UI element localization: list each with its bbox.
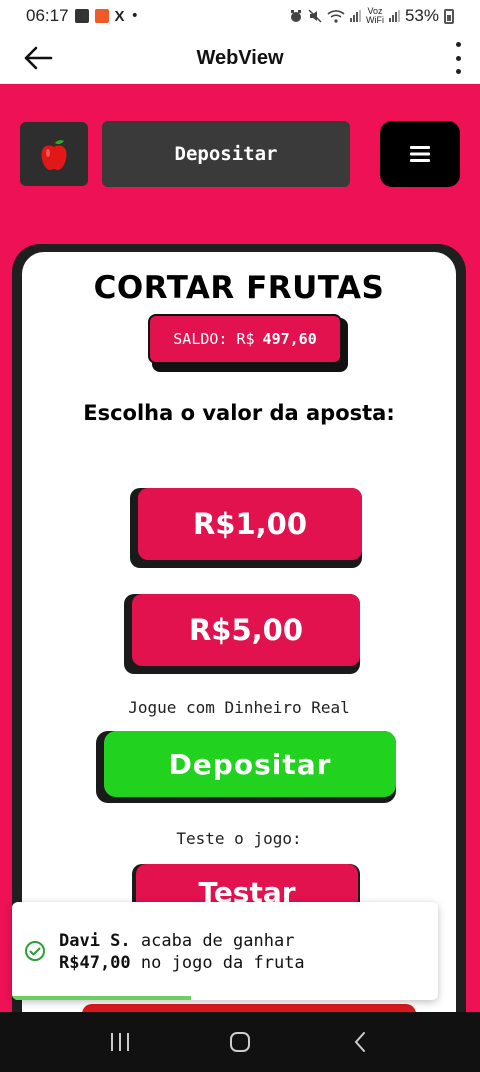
web-content: Depositar CORTAR FRUTAS SALDO: R$ 497,60… [0, 84, 480, 1012]
status-right: Voz WiFi 53% [289, 6, 454, 26]
back-nav-button[interactable] [340, 1022, 380, 1062]
more-options-icon[interactable] [450, 42, 466, 74]
toast-message: Davi S. acaba de ganhar R$47,00 no jogo … [59, 930, 429, 974]
game-card: CORTAR FRUTAS SALDO: R$ 497,60 Escolha o… [12, 244, 466, 1012]
toast-name: Davi S. [59, 931, 131, 951]
app-notification-icon [94, 9, 109, 23]
bottom-button[interactable] [82, 1004, 416, 1012]
toast-action: acaba de ganhar [140, 931, 295, 951]
logo[interactable] [20, 122, 88, 186]
game-title: CORTAR FRUTAS [93, 270, 385, 306]
bet-prompt: Escolha o valor da aposta: [83, 401, 395, 425]
recents-icon [111, 1033, 129, 1051]
bet-button-2[interactable]: R$5,00 [132, 594, 360, 666]
test-label: Teste o jogo: [176, 829, 302, 848]
status-bar: 06:17 X • Voz WiFi 53% [0, 0, 480, 32]
balance-value: 497,60 [262, 330, 317, 348]
volte-bottom-label: WiFi [365, 15, 384, 25]
balance-label: SALDO: R$ [173, 330, 255, 348]
check-circle-icon [25, 941, 45, 961]
balance-badge: SALDO: R$ 497,60 [148, 314, 342, 364]
alarm-icon [290, 10, 301, 22]
signal-2-icon [388, 10, 400, 22]
volte-wifi-icon: Voz WiFi [366, 7, 384, 25]
app-title: WebView [196, 46, 284, 69]
toast-suffix: no jogo da fruta [140, 953, 305, 973]
x-notification-icon: X [114, 7, 125, 25]
mute-icon [308, 9, 322, 23]
battery-percent: 53% [404, 6, 439, 25]
real-money-label: Jogue com Dinheiro Real [128, 698, 350, 717]
win-toast: Davi S. acaba de ganhar R$47,00 no jogo … [12, 902, 438, 1000]
arrow-left-icon [24, 46, 53, 70]
recent-apps-button[interactable] [100, 1022, 140, 1062]
home-button[interactable] [220, 1022, 260, 1062]
more-notifications-dot: • [130, 8, 139, 24]
chevron-left-icon [354, 1032, 365, 1052]
bet-button-1[interactable]: R$1,00 [138, 488, 362, 560]
wifi-icon [327, 10, 345, 23]
deposit-button[interactable]: Depositar [104, 731, 396, 797]
menu-button[interactable] [380, 121, 460, 187]
game-card-inner: CORTAR FRUTAS SALDO: R$ 497,60 Escolha o… [22, 252, 456, 1012]
system-nav-bar [0, 1012, 480, 1072]
status-time: 06:17 [26, 6, 69, 25]
status-left: 06:17 X • [26, 6, 139, 26]
deposit-header-button[interactable]: Depositar [102, 121, 350, 187]
gallery-notification-icon [74, 9, 89, 23]
signal-icon [349, 10, 361, 22]
toast-progress-bar [12, 996, 191, 1000]
back-button[interactable] [18, 40, 58, 76]
toast-amount: R$47,00 [59, 953, 131, 973]
hamburger-icon [410, 146, 430, 162]
battery-icon [444, 8, 454, 24]
home-icon [230, 1032, 250, 1052]
app-bar: WebView [0, 32, 480, 84]
apple-icon [41, 137, 67, 170]
